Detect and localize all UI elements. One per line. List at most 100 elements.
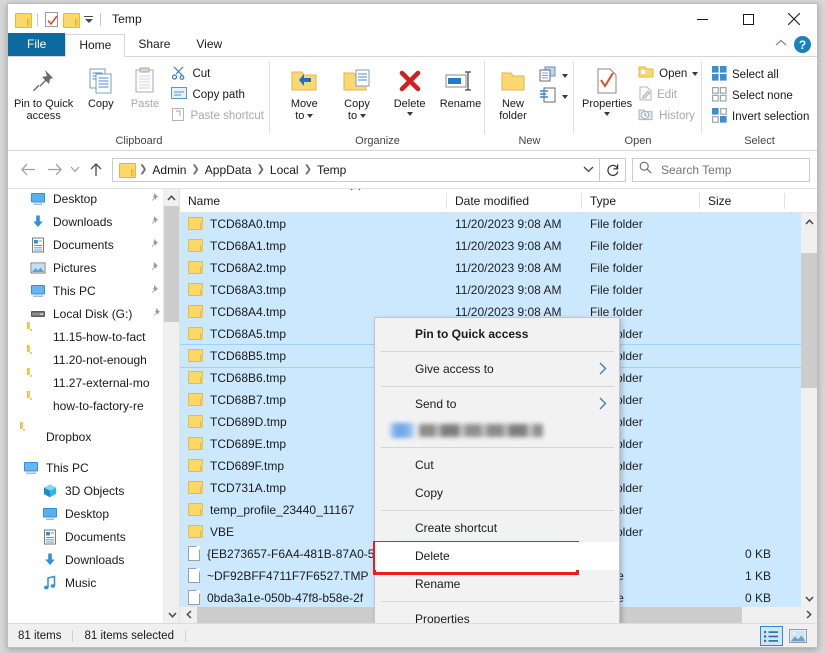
pin-icon[interactable] bbox=[148, 284, 159, 298]
paste-button[interactable]: Paste bbox=[122, 61, 167, 110]
open-button[interactable]: Open bbox=[634, 63, 704, 84]
scroll-down-icon[interactable] bbox=[164, 606, 179, 623]
tab-home[interactable]: Home bbox=[65, 34, 126, 57]
sidebar-item-11-15-how-to-fact[interactable]: 11.15-how-to-fact bbox=[8, 321, 179, 348]
tab-file[interactable]: File bbox=[8, 33, 66, 56]
chevron-down-icon[interactable] bbox=[692, 71, 699, 76]
file-list-scrollbar-thumb[interactable] bbox=[801, 253, 817, 388]
column-header-name[interactable]: Name bbox=[180, 189, 447, 213]
chevron-down-icon[interactable] bbox=[307, 114, 314, 118]
properties-button[interactable]: Properties bbox=[580, 61, 634, 116]
column-header-size[interactable]: Size bbox=[700, 189, 785, 213]
sidebar-item-pictures[interactable]: Pictures bbox=[8, 256, 179, 279]
pin-icon[interactable] bbox=[148, 215, 159, 229]
scroll-right-icon[interactable] bbox=[800, 609, 817, 621]
sidebar-item-local-disk-g[interactable]: Local Disk (G:) bbox=[8, 302, 179, 325]
table-row[interactable]: TCD68A1.tmp 11/20/2023 9:08 AM File folder bbox=[180, 235, 801, 257]
sidebar-item-downloads[interactable]: Downloads bbox=[8, 210, 179, 233]
sidebar-item-documents-pc[interactable]: Documents bbox=[8, 525, 179, 548]
copy-to-button[interactable]: Copy to bbox=[331, 61, 384, 122]
sidebar-item-this-pc[interactable]: This PC bbox=[8, 279, 179, 302]
scroll-left-icon[interactable] bbox=[180, 609, 197, 621]
select-all-button[interactable]: Select all bbox=[708, 64, 815, 85]
select-none-button[interactable]: Select none bbox=[708, 85, 815, 106]
context-menu-item-pin-to-quick-access[interactable]: Pin to Quick access bbox=[375, 320, 619, 348]
new-item-button[interactable] bbox=[535, 65, 574, 86]
chevron-down-icon[interactable] bbox=[562, 94, 568, 99]
sidebar-item-how-to-factory-re[interactable]: how-to-factory-re bbox=[8, 390, 179, 417]
delete-button[interactable]: Delete bbox=[383, 61, 436, 116]
details-view-button[interactable] bbox=[760, 626, 783, 646]
new-folder-icon[interactable] bbox=[63, 12, 80, 28]
context-menu-item-copy[interactable]: Copy bbox=[375, 479, 619, 507]
navigation-scrollbar[interactable] bbox=[163, 189, 179, 623]
tab-share[interactable]: Share bbox=[125, 33, 183, 56]
column-header-date-modified[interactable]: Date modified bbox=[447, 189, 582, 213]
close-button[interactable] bbox=[771, 4, 817, 34]
context-menu-item-redacted[interactable] bbox=[375, 418, 619, 444]
paste-shortcut-button[interactable]: Paste shortcut bbox=[167, 105, 270, 126]
sidebar-item-downloads-pc[interactable]: Downloads bbox=[8, 548, 179, 571]
navigation-scrollbar-thumb[interactable] bbox=[164, 206, 179, 322]
table-row[interactable]: TCD68A3.tmp 11/20/2023 9:08 AM File folder bbox=[180, 279, 801, 301]
rename-button[interactable]: Rename bbox=[436, 61, 485, 110]
cut-button[interactable]: Cut bbox=[167, 63, 270, 84]
scroll-up-icon[interactable] bbox=[801, 213, 817, 230]
sidebar-item-11-20-not-enough[interactable]: 11.20-not-enough bbox=[8, 344, 179, 371]
context-menu-item-send-to[interactable]: Send to bbox=[375, 390, 619, 418]
column-header-type[interactable]: Type bbox=[582, 189, 700, 213]
sidebar-item-this-pc-root[interactable]: This PC bbox=[8, 456, 179, 479]
properties-icon[interactable] bbox=[45, 11, 58, 27]
collapse-ribbon-icon[interactable] bbox=[775, 39, 787, 50]
context-menu-item-rename[interactable]: Rename bbox=[375, 570, 619, 598]
search-input[interactable] bbox=[659, 161, 803, 178]
up-button[interactable] bbox=[83, 157, 109, 183]
table-row[interactable]: TCD68A0.tmp 11/20/2023 9:08 AM File folder bbox=[180, 213, 801, 235]
folder-icon[interactable] bbox=[15, 12, 32, 28]
breadcrumb-item-temp[interactable]: Temp bbox=[313, 161, 350, 179]
chevron-down-icon[interactable] bbox=[562, 73, 568, 78]
sidebar-item-music[interactable]: Music bbox=[8, 571, 179, 594]
sidebar-item-desktop-pc[interactable]: Desktop bbox=[8, 502, 179, 525]
context-menu-item-create-shortcut[interactable]: Create shortcut bbox=[375, 514, 619, 542]
chevron-down-icon[interactable] bbox=[406, 112, 413, 116]
move-to-button[interactable]: Move to bbox=[278, 61, 331, 122]
large-icons-view-button[interactable] bbox=[786, 626, 809, 646]
maximize-button[interactable] bbox=[725, 4, 771, 34]
pin-to-quick-access-button[interactable]: Pin to Quick access bbox=[8, 61, 79, 122]
invert-selection-button[interactable]: Invert selection bbox=[708, 106, 815, 127]
sidebar-item-dropbox[interactable]: Dropbox bbox=[8, 421, 179, 448]
pin-icon[interactable] bbox=[148, 238, 159, 252]
tab-view[interactable]: View bbox=[183, 33, 235, 56]
context-menu-item-delete[interactable]: Delete bbox=[373, 541, 619, 575]
easy-access-button[interactable] bbox=[535, 86, 574, 107]
history-button[interactable]: History bbox=[634, 105, 704, 126]
sidebar-item-11-27-external-mo[interactable]: 11.27-external-mo bbox=[8, 367, 179, 394]
refresh-button[interactable] bbox=[600, 157, 626, 182]
context-menu-item-give-access-to[interactable]: Give access to bbox=[375, 355, 619, 383]
pin-icon[interactable] bbox=[148, 261, 159, 275]
scroll-up-icon[interactable] bbox=[164, 189, 179, 206]
edit-button[interactable]: Edit bbox=[634, 84, 704, 105]
context-menu-item-properties[interactable]: Properties bbox=[375, 605, 619, 623]
scroll-down-icon[interactable] bbox=[801, 590, 817, 607]
new-folder-button[interactable]: New folder bbox=[491, 61, 535, 122]
chevron-down-icon[interactable] bbox=[360, 114, 367, 118]
breadcrumb-item-local[interactable]: Local bbox=[266, 161, 303, 179]
breadcrumb-item-admin[interactable]: Admin bbox=[148, 161, 190, 179]
pin-icon[interactable] bbox=[150, 307, 161, 321]
recent-locations-button[interactable] bbox=[67, 157, 83, 183]
forward-button[interactable] bbox=[41, 157, 67, 183]
minimize-button[interactable] bbox=[679, 4, 725, 34]
copy-button[interactable]: Copy bbox=[79, 61, 122, 110]
chevron-down-icon[interactable] bbox=[604, 112, 611, 116]
context-menu-item-cut[interactable]: Cut bbox=[375, 451, 619, 479]
sidebar-item-3d-objects[interactable]: 3D Objects bbox=[8, 479, 179, 502]
pin-icon[interactable] bbox=[148, 192, 159, 206]
sidebar-item-documents[interactable]: Documents bbox=[8, 233, 179, 256]
back-button[interactable] bbox=[15, 157, 41, 183]
help-icon[interactable]: ? bbox=[794, 36, 811, 53]
breadcrumb-item-appdata[interactable]: AppData bbox=[201, 161, 256, 179]
address-dropdown-icon[interactable] bbox=[577, 166, 599, 173]
sidebar-item-desktop[interactable]: Desktop bbox=[8, 189, 179, 210]
